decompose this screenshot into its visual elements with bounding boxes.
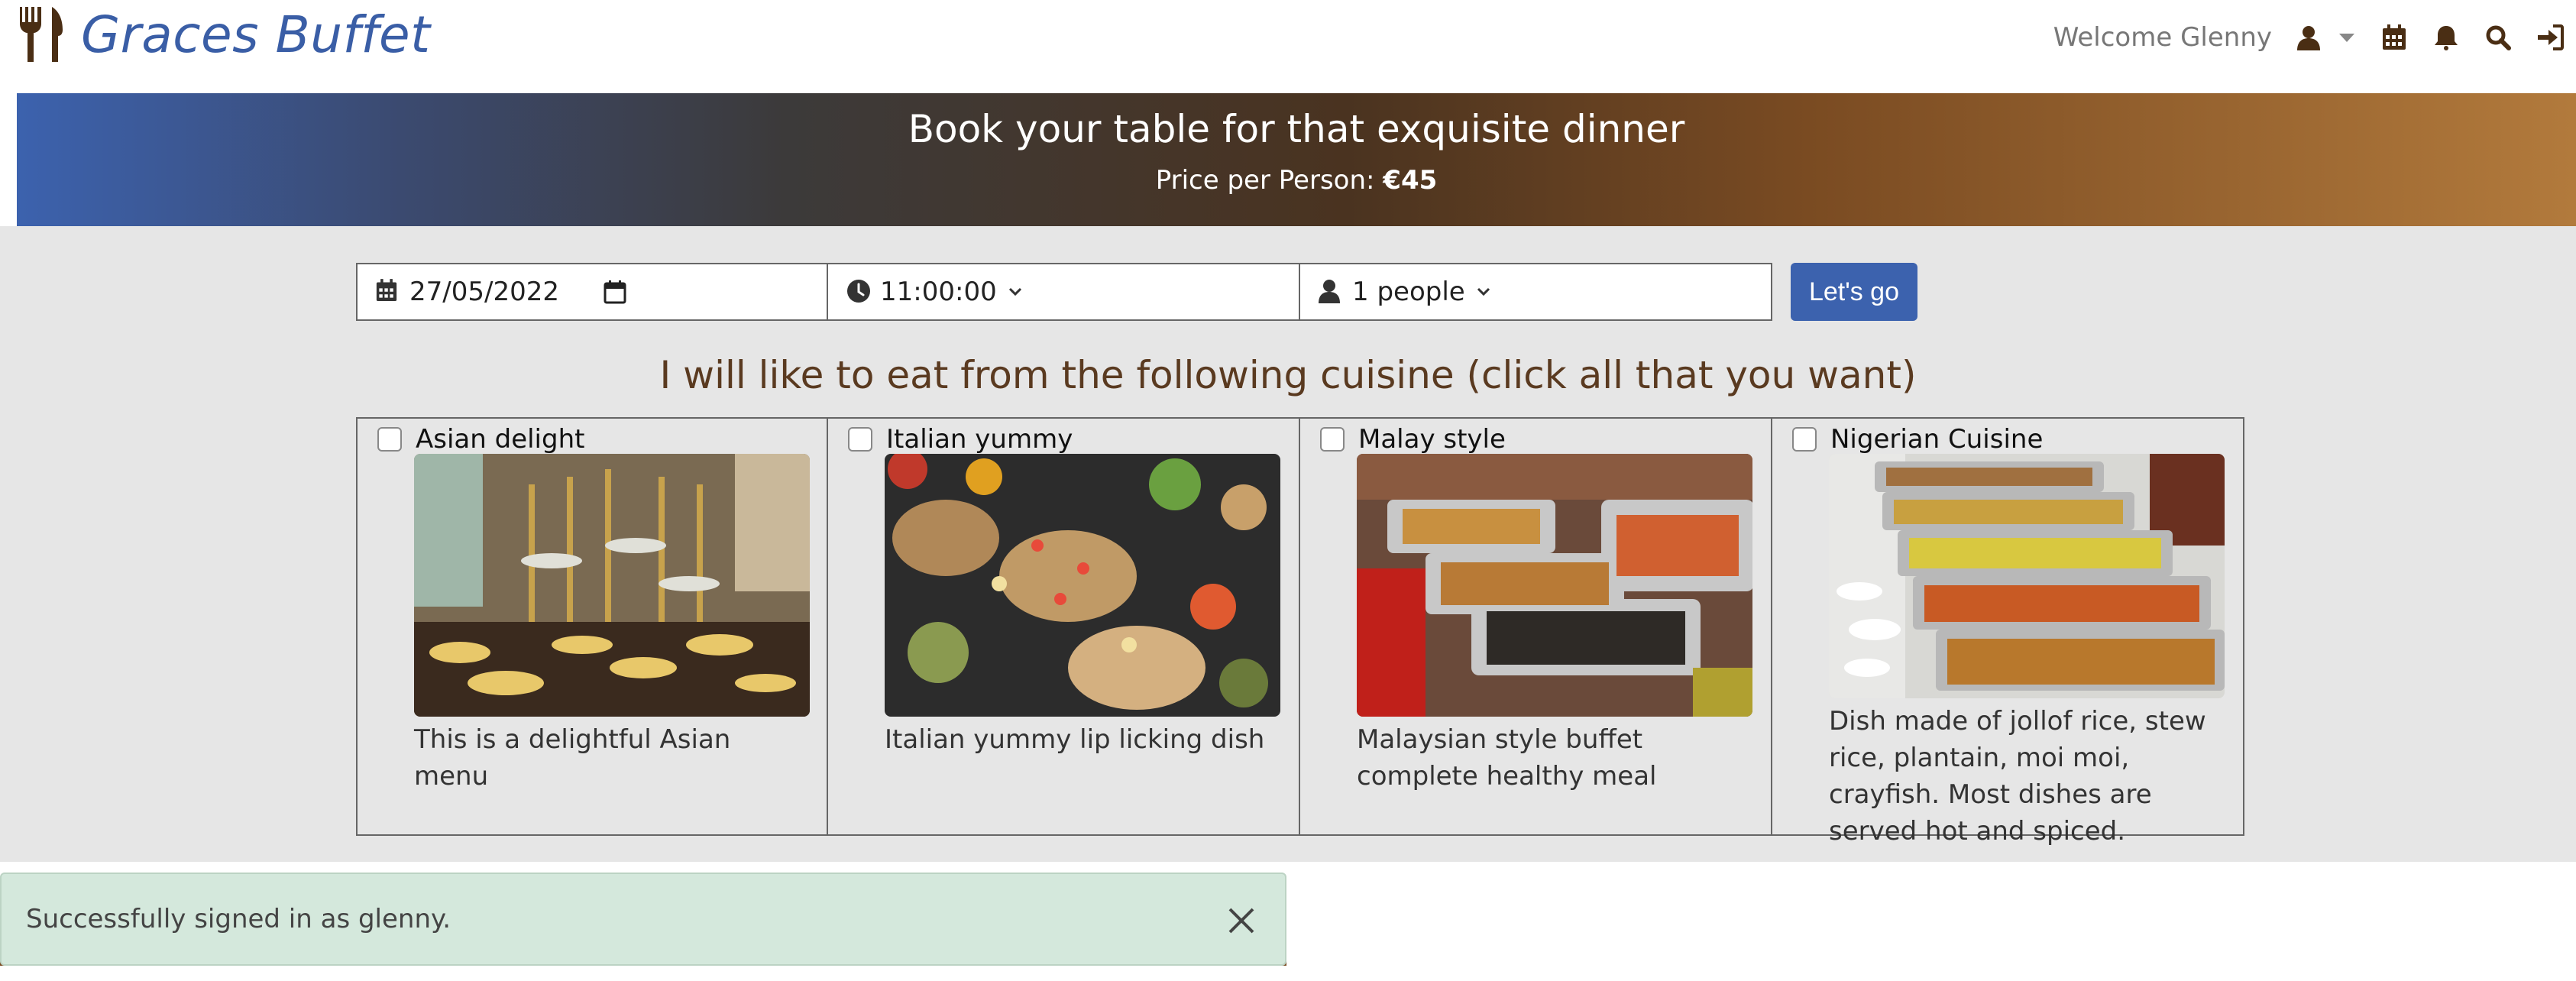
clock-icon (846, 279, 872, 305)
asian-buffet-image (414, 454, 810, 717)
cuisine-checkbox[interactable] (1792, 427, 1817, 452)
cuisine-card-italian[interactable]: Italian yummy Italian yummy lip licking … (828, 417, 1300, 836)
sign-in-icon[interactable] (2535, 22, 2565, 53)
date-picker-icon[interactable] (604, 280, 626, 304)
calendar-icon[interactable] (2379, 22, 2409, 53)
italian-platter-image (885, 454, 1280, 717)
date-field[interactable]: 27/05/2022 (356, 263, 828, 321)
fork-knife-icon (20, 7, 63, 62)
cuisine-checkbox[interactable] (377, 427, 402, 452)
booking-panel: 27/05/2022 11:00:00 1 people Let's go I … (0, 226, 2576, 862)
card-header: Malay style (1320, 422, 1506, 457)
calendar-icon (376, 279, 402, 305)
time-value: 11:00:00 (880, 277, 997, 307)
cuisine-card-nigerian[interactable]: Nigerian Cuisine Dish made of jollof ric… (1772, 417, 2244, 847)
card-title: Nigerian Cuisine (1830, 424, 2044, 455)
brand[interactable]: Graces Buffet (17, 0, 431, 69)
price-label: Price per Person: (1155, 165, 1375, 196)
card-title: Italian yummy (886, 424, 1073, 455)
nav-right: Welcome Glenny (2053, 11, 2576, 64)
chevron-down-icon (1476, 287, 1491, 297)
toast-message: Successfully signed in as glenny. (26, 904, 451, 934)
cuisine-cards: Asian delight This is a delightful Asian… (356, 417, 2244, 847)
price-value: €45 (1383, 165, 1438, 196)
card-description: Dish made of jollof rice, stew rice, pla… (1829, 706, 2206, 847)
user-menu-caret-icon[interactable] (2339, 33, 2354, 42)
welcome-text: Welcome Glenny (2053, 22, 2272, 53)
search-icon[interactable] (2483, 22, 2513, 53)
card-header: Nigerian Cuisine (1792, 422, 2043, 457)
nigerian-buffet-image (1829, 454, 2225, 698)
price-per-person: Price per Person: €45 (17, 165, 2576, 196)
user-icon[interactable] (2293, 22, 2324, 53)
cuisine-checkbox[interactable] (1320, 427, 1345, 452)
hero-title: Book your table for that exquisite dinne… (908, 107, 1685, 151)
brand-title: Graces Buffet (81, 5, 431, 64)
cuisine-card-asian[interactable]: Asian delight This is a delightful Asian… (356, 417, 828, 836)
date-value: 27/05/2022 (409, 277, 559, 307)
chevron-down-icon (1008, 287, 1023, 297)
cuisine-heading: I will like to eat from the following cu… (659, 353, 1917, 397)
people-value: 1 people (1352, 277, 1465, 307)
bell-icon[interactable] (2431, 22, 2461, 53)
lets-go-button[interactable]: Let's go (1791, 263, 1917, 321)
card-title: Malay style (1358, 424, 1506, 455)
card-description: Italian yummy lip licking dish (885, 724, 1265, 755)
booking-form: 27/05/2022 11:00:00 1 people Let's go (356, 263, 1917, 321)
card-title: Asian delight (416, 424, 585, 455)
cuisine-card-malay[interactable]: Malay style Malaysian style buffet compl… (1300, 417, 1772, 836)
card-header: Italian yummy (848, 422, 1073, 457)
card-header: Asian delight (377, 422, 584, 457)
card-description: This is a delightful Asian menu (414, 724, 731, 792)
top-navbar: Graces Buffet Welcome Glenny (0, 0, 2576, 93)
people-select[interactable]: 1 people (1300, 263, 1772, 321)
time-select[interactable]: 11:00:00 (828, 263, 1300, 321)
person-icon (1319, 279, 1345, 305)
card-description: Malaysian style buffet complete healthy … (1357, 724, 1657, 792)
signin-toast: Successfully signed in as glenny. (0, 873, 1286, 966)
cuisine-checkbox[interactable] (848, 427, 872, 452)
hero-banner: Book your table for that exquisite dinne… (17, 93, 2576, 226)
close-icon[interactable] (1225, 905, 1257, 937)
malay-buffet-image (1357, 454, 1752, 717)
